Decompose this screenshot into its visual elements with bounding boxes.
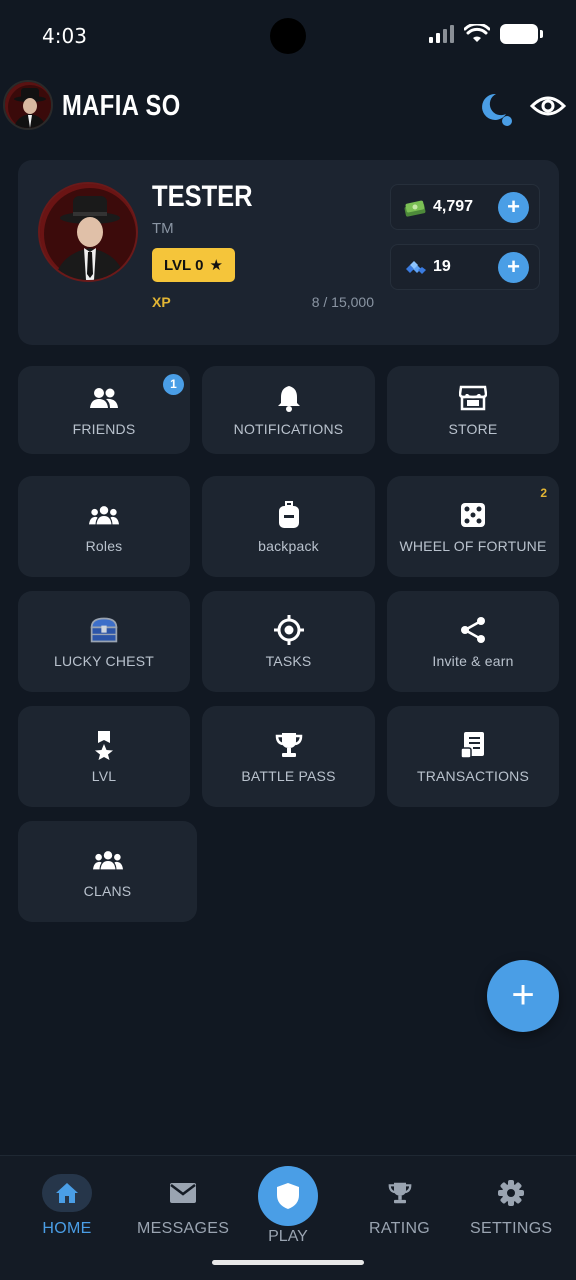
tile-transactions[interactable]: TRANSACTIONS [387, 706, 559, 807]
tile-invite-earn[interactable]: Invite & earn [387, 591, 559, 692]
header-avatar[interactable] [3, 80, 53, 130]
trophy-icon [375, 1174, 425, 1212]
level-text: LVL 0 [164, 256, 204, 274]
tile-label: NOTIFICATIONS [233, 421, 344, 437]
tile-label: LUCKY CHEST [54, 652, 154, 669]
tile-lucky-chest[interactable]: LUCKY CHEST [18, 591, 190, 692]
tile-label: backpack [258, 537, 319, 554]
mafia-portrait-icon [40, 184, 136, 280]
gems-balance: 19 + [390, 244, 540, 290]
tile-label: TASKS [265, 652, 312, 669]
tile-label: Roles [85, 537, 123, 554]
tile-tasks[interactable]: TASKS [202, 591, 375, 692]
gems-icon [406, 261, 426, 274]
profile-avatar[interactable] [38, 182, 138, 282]
status-time: 4:03 [42, 24, 87, 48]
tile-backpack[interactable]: backpack [202, 476, 375, 577]
tile-label: LVL [91, 767, 117, 784]
shield-icon [277, 1183, 299, 1209]
profile-card: TESTER TM LVL 0 ★ XP 8 / 15,000 4,797 + … [18, 160, 559, 345]
wifi-icon [464, 24, 490, 42]
camera-cutout [270, 18, 306, 54]
tile-friends[interactable]: FRIENDS 1 [18, 366, 190, 454]
group-icon [92, 845, 123, 875]
nav-rating-label: RATING [369, 1220, 431, 1237]
add-gems-button[interactable]: + [498, 252, 529, 283]
moon-icon [482, 93, 512, 126]
add-cash-button[interactable]: + [498, 192, 529, 223]
tile-label: STORE [448, 421, 498, 437]
mafia-avatar-icon [5, 82, 51, 128]
cash-balance: 4,797 + [390, 184, 540, 230]
xp-label: XP [152, 294, 171, 310]
bottom-nav: HOME MESSAGES PLAY RATING SETTINGS [0, 1155, 576, 1280]
nav-rating[interactable]: RATING [369, 1174, 430, 1238]
home-indicator [212, 1260, 364, 1265]
chest-icon [89, 615, 119, 645]
nav-settings-label: SETTINGS [470, 1220, 553, 1237]
dice-icon [458, 500, 488, 530]
friends-badge: 1 [163, 374, 184, 395]
store-icon [458, 383, 488, 413]
nav-messages[interactable]: MESSAGES [137, 1174, 229, 1238]
receipt-icon [458, 730, 488, 760]
tile-store[interactable]: STORE [387, 366, 559, 454]
tile-label: WHEEL OF FORTUNE [399, 537, 547, 554]
nav-home[interactable]: HOME [42, 1174, 92, 1238]
theme-toggle-button[interactable] [476, 88, 516, 128]
bell-icon [274, 383, 304, 413]
tile-roles[interactable]: Roles [18, 476, 190, 577]
trophy-icon [274, 730, 304, 760]
target-icon [273, 614, 304, 645]
users-icon [89, 383, 119, 413]
battery-icon [500, 24, 543, 44]
gems-value: 19 [433, 258, 451, 275]
status-icons [428, 24, 543, 44]
level-badge: LVL 0 ★ [152, 248, 235, 282]
eye-icon [529, 96, 567, 116]
status-bar: 4:03 [0, 0, 576, 72]
app-title: MAFIA SO [62, 90, 181, 122]
profile-subtitle: TM [152, 220, 174, 237]
wheel-count-badge: 2 [540, 486, 547, 500]
share-icon [458, 615, 488, 645]
tile-label: TRANSACTIONS [416, 767, 530, 784]
signal-icon [429, 25, 454, 43]
add-fab-button[interactable]: + [487, 960, 559, 1032]
nav-home-label: HOME [42, 1220, 92, 1237]
tile-label: CLANS [83, 882, 132, 899]
medal-icon [89, 730, 119, 760]
xp-value: 8 / 15,000 [311, 294, 374, 310]
profile-name: TESTER [152, 180, 253, 213]
tile-lvl[interactable]: LVL [18, 706, 190, 807]
tile-clans[interactable]: CLANS [18, 821, 197, 922]
nav-messages-label: MESSAGES [137, 1220, 230, 1237]
star-icon: ★ [209, 257, 223, 274]
tile-notifications[interactable]: NOTIFICATIONS [202, 366, 375, 454]
app-header: MAFIA SO [0, 78, 576, 134]
gear-icon [486, 1174, 536, 1212]
tile-label: BATTLE PASS [241, 767, 336, 784]
nav-play-label: PLAY [268, 1228, 308, 1245]
cash-value: 4,797 [433, 198, 474, 215]
nav-settings[interactable]: SETTINGS [470, 1174, 552, 1238]
tile-wheel-of-fortune[interactable]: WHEEL OF FORTUNE 2 [387, 476, 559, 577]
home-icon [42, 1174, 92, 1212]
tile-battle-pass[interactable]: BATTLE PASS [202, 706, 375, 807]
play-button[interactable] [258, 1166, 318, 1226]
tile-label: FRIENDS [72, 421, 136, 437]
cash-icon [404, 200, 426, 217]
mail-icon [158, 1174, 208, 1212]
backpack-icon [274, 500, 304, 530]
tile-label: Invite & earn [432, 652, 514, 669]
group-icon [89, 500, 119, 530]
visibility-button[interactable] [529, 90, 567, 122]
